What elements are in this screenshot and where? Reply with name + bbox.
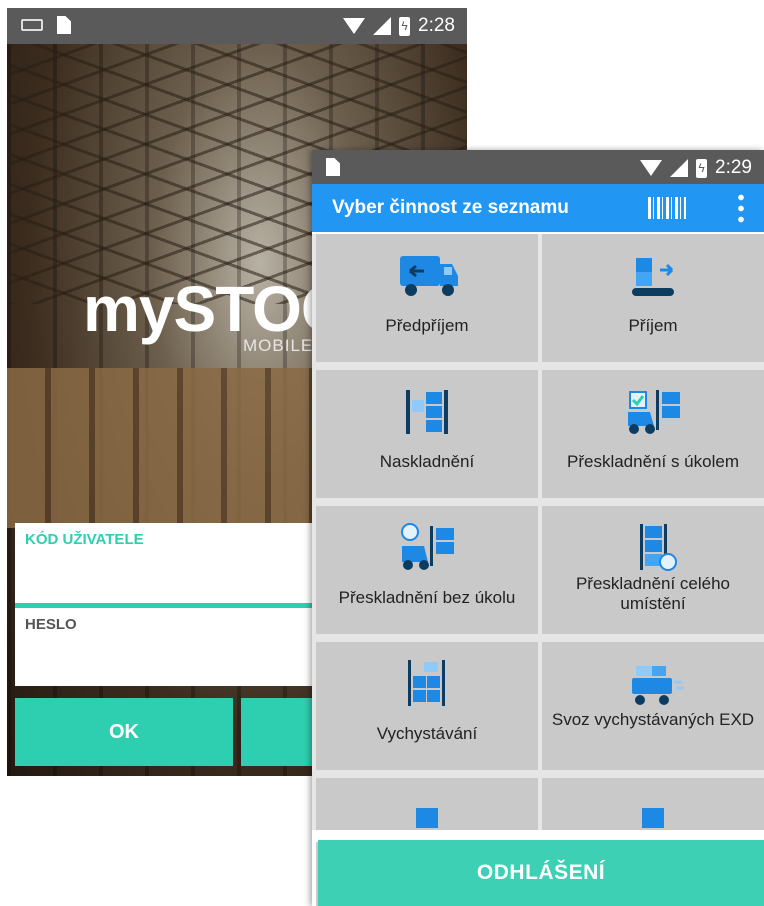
menu-screen: 2:29 Vyber činnost ze seznamu Předpříjem [312, 150, 764, 906]
wifi-icon [343, 18, 366, 34]
signal-icon [373, 17, 392, 35]
tile-label: Přeskladnění s úkolem [567, 452, 739, 471]
sd-card-icon [326, 158, 340, 176]
cart-icon [632, 666, 684, 705]
tile-naskladneni[interactable]: Naskladnění [316, 370, 538, 498]
wifi-icon [640, 160, 663, 176]
forklift-task-icon [628, 390, 680, 434]
tile-svoz-vychystavanych-exd[interactable]: Svoz vychystávaných EXD [542, 642, 764, 770]
more-vert-icon[interactable] [738, 192, 744, 224]
page-title: Vyber činnost ze seznamu [332, 197, 569, 218]
tile-label: Předpříjem [385, 316, 469, 335]
status-time: 2:29 [715, 157, 752, 178]
barcode-icon[interactable] [648, 197, 686, 219]
password-field[interactable]: HESLO [15, 608, 315, 686]
tile-preskladneni-bez-ukolu[interactable]: Přeskladnění bez úkolu [316, 506, 538, 634]
forklift-icon [401, 523, 454, 570]
ok-button[interactable]: OK [15, 698, 233, 766]
picking-icon [408, 660, 445, 706]
tile-label: Přeskladnění celého umístění [575, 574, 731, 613]
tile-label: Vychystávání [376, 724, 478, 743]
truck-icon [400, 256, 458, 296]
app-logo: mySTOC [83, 273, 347, 345]
user-code-label: KÓD UŽIVATELE [25, 531, 144, 548]
password-label: HESLO [25, 616, 77, 633]
tile-label: Naskladnění [379, 452, 475, 471]
app-bar: Vyber činnost ze seznamu [312, 184, 764, 232]
status-time: 2:28 [418, 15, 455, 36]
tile-label: Přeskladnění bez úkolu [338, 588, 516, 607]
tile-preskladneni-celeho-umisteni[interactable]: Přeskladnění celého umístění [542, 506, 764, 634]
activity-grid: Předpříjem Příjem Naskladnění Přeskladně… [312, 234, 764, 906]
rack-move-icon [640, 524, 677, 571]
tile-predprijem[interactable]: Předpříjem [316, 234, 538, 362]
sd-card-icon [57, 16, 71, 34]
signal-icon [670, 159, 689, 177]
battery-icon [399, 16, 411, 36]
user-code-field[interactable]: KÓD UŽIVATELE [15, 523, 315, 608]
status-bar: 2:29 [312, 150, 764, 184]
tile-preskladneni-s-ukolem[interactable]: Přeskladnění s úkolem [542, 370, 764, 498]
conveyor-icon [632, 258, 674, 296]
tile-label: Příjem [628, 316, 678, 335]
app-logo-sub: MOBILE [243, 336, 314, 355]
tile-label: Svoz vychystávaných EXD [551, 710, 755, 729]
tile-prijem[interactable]: Příjem [542, 234, 764, 362]
keyboard-icon [21, 19, 43, 31]
logout-button[interactable]: ODHLÁŠENÍ [318, 840, 764, 906]
status-bar: 2:28 [7, 8, 467, 44]
shelf-stock-icon [406, 390, 448, 434]
tile-vychystavani[interactable]: Vychystávání [316, 642, 538, 770]
battery-icon [696, 158, 708, 178]
